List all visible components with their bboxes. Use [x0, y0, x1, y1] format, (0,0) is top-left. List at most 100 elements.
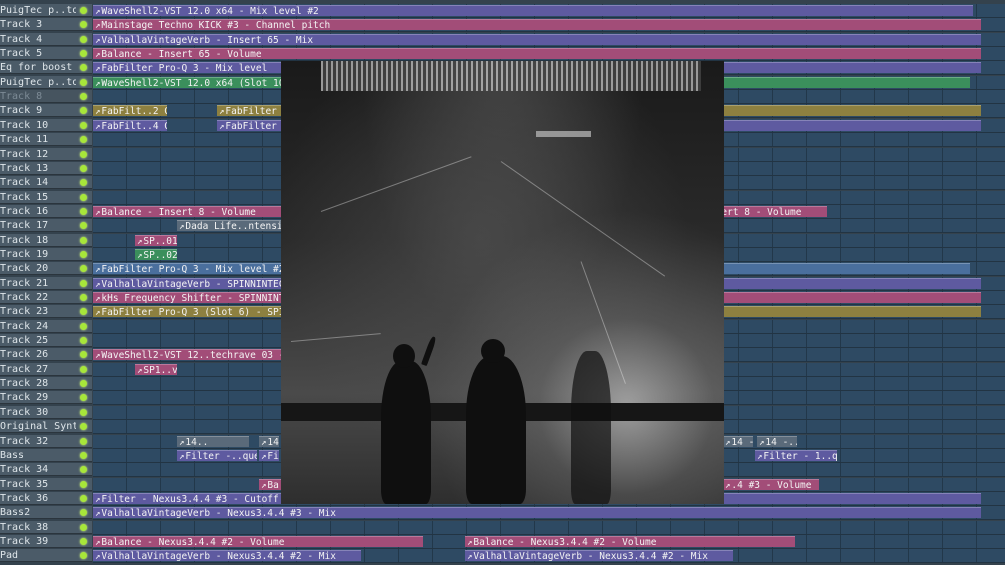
automation-clip[interactable]: ↗14 -..3: [723, 435, 753, 447]
automation-clip[interactable]: ↗Filter -..quency: [177, 449, 257, 461]
automation-clip[interactable]: ↗Balance - Insert 65 - Volume: [93, 48, 981, 60]
track-header[interactable]: Track 11: [0, 133, 92, 147]
mute-led-icon[interactable]: [80, 93, 87, 101]
track-header[interactable]: Track 25: [0, 334, 92, 348]
track-header[interactable]: Track 9: [0, 104, 92, 118]
mute-led-icon[interactable]: [80, 423, 87, 431]
mute-led-icon[interactable]: [80, 35, 87, 43]
track-header[interactable]: Track 8: [0, 90, 92, 104]
track-header[interactable]: Track 35: [0, 477, 92, 491]
mute-led-icon[interactable]: [80, 250, 87, 258]
mute-led-icon[interactable]: [80, 380, 87, 388]
track-header[interactable]: Track 38: [0, 520, 92, 534]
automation-clip[interactable]: ↗Mainstage Techno KICK #3 - Channel pitc…: [93, 19, 981, 31]
track-header[interactable]: Track 21: [0, 276, 92, 290]
track-header[interactable]: Track 18: [0, 233, 92, 247]
track-header[interactable]: Track 28: [0, 377, 92, 391]
mute-led-icon[interactable]: [80, 150, 87, 158]
automation-clip[interactable]: ↗ValhallaVintageVerb - Nexus3.4.4 #3 - M…: [93, 507, 981, 519]
automation-clip[interactable]: ↗ValhallaVintageVerb - Insert 65 - Mix: [93, 33, 981, 45]
track-header[interactable]: Track 34: [0, 463, 92, 477]
automation-clip[interactable]: ↗WaveShell2-VST 12.0_x64 - Mix level #2: [93, 5, 973, 16]
automation-clip[interactable]: ↗Balance - Insert 8 - Volume: [93, 205, 283, 217]
automation-clip[interactable]: ↗Ba: [259, 478, 281, 490]
track-header[interactable]: Track 13: [0, 161, 92, 175]
track-header[interactable]: Eq for boost: [0, 61, 92, 75]
automation-clip[interactable]: ↗FabFilt..4 Gain: [93, 119, 167, 131]
track-header[interactable]: PuigTec p..tomation: [0, 75, 92, 89]
mute-led-icon[interactable]: [80, 107, 87, 115]
track-header[interactable]: PuigTec p..tomation: [0, 4, 92, 17]
mute-led-icon[interactable]: [80, 78, 87, 86]
mute-led-icon[interactable]: [80, 337, 87, 345]
track-header[interactable]: Track 23: [0, 305, 92, 319]
mute-led-icon[interactable]: [80, 322, 87, 330]
mute-led-icon[interactable]: [80, 136, 87, 144]
mute-led-icon[interactable]: [80, 523, 87, 531]
track-lane[interactable]: ↗WaveShell2-VST 12.0_x64 - Mix level #2: [93, 4, 1005, 18]
mute-led-icon[interactable]: [80, 7, 87, 14]
automation-clip[interactable]: ↗WaveShell2-VST 12..techrave_03 - HP Frq: [93, 349, 281, 361]
mute-led-icon[interactable]: [80, 509, 87, 517]
automation-clip[interactable]: ↗.4 #3 - Volume: [723, 478, 819, 490]
track-header[interactable]: Track 20: [0, 262, 92, 276]
track-lane[interactable]: ↗Balance - Nexus3.4.4 #2 - Volume ↗Balanc…: [93, 534, 1005, 549]
automation-clip[interactable]: ↗ValhallaVintageVerb - Nexus3.4.4 #2 - M…: [93, 550, 361, 562]
automation-clip[interactable]: ↗SP..02: [135, 248, 177, 260]
mute-led-icon[interactable]: [80, 222, 87, 230]
mute-led-icon[interactable]: [80, 207, 87, 215]
mute-led-icon[interactable]: [80, 21, 87, 29]
track-header[interactable]: Track 26: [0, 348, 92, 362]
track-lane[interactable]: ↗ValhallaVintageVerb - Nexus3.4.4 #3 - M…: [93, 506, 1005, 521]
mute-led-icon[interactable]: [80, 494, 87, 502]
track-header[interactable]: Track 14: [0, 176, 92, 190]
track-header[interactable]: Track 17: [0, 219, 92, 233]
track-header[interactable]: Track 24: [0, 319, 92, 333]
track-header[interactable]: Track 22: [0, 291, 92, 304]
mute-led-icon[interactable]: [80, 236, 87, 244]
track-header[interactable]: Pad: [0, 549, 92, 563]
track-header[interactable]: Track 30: [0, 405, 92, 419]
track-lane[interactable]: [93, 520, 1005, 535]
mute-led-icon[interactable]: [80, 408, 87, 416]
track-lane[interactable]: ↗Balance - Insert 65 - Volume: [93, 47, 1005, 62]
track-lane[interactable]: ↗ValhallaVintageVerb - Nexus3.4.4 #2 - M…: [93, 549, 1005, 564]
mute-led-icon[interactable]: [80, 164, 87, 172]
mute-led-icon[interactable]: [80, 351, 87, 359]
track-header[interactable]: Track 16: [0, 204, 92, 218]
automation-clip[interactable]: ↗ValhallaVintageVerb - Nexus3.4.4 #2 - M…: [465, 550, 733, 562]
automation-clip[interactable]: ↗Dada Life..ntensit: [177, 220, 287, 232]
mute-led-icon[interactable]: [80, 279, 87, 287]
track-header[interactable]: Track 36: [0, 491, 92, 505]
track-header[interactable]: Track 3: [0, 18, 92, 32]
mute-led-icon[interactable]: [80, 451, 87, 459]
track-header[interactable]: Track 19: [0, 247, 92, 261]
automation-clip[interactable]: ↗Balance - Nexus3.4.4 #2 - Volume: [93, 535, 423, 547]
track-header[interactable]: Track 27: [0, 362, 92, 376]
track-header[interactable]: Bass2: [0, 506, 92, 520]
track-header[interactable]: Track 29: [0, 391, 92, 405]
mute-led-icon[interactable]: [80, 64, 87, 72]
automation-clip[interactable]: ↗14: [259, 435, 279, 447]
mute-led-icon[interactable]: [80, 552, 87, 560]
track-header[interactable]: Track 5: [0, 47, 92, 61]
track-header[interactable]: Bass: [0, 448, 92, 462]
mute-led-icon[interactable]: [80, 50, 87, 58]
track-header[interactable]: Track 10: [0, 118, 92, 132]
automation-clip[interactable]: ↗14 -..3: [757, 435, 797, 447]
track-header[interactable]: Track 15: [0, 190, 92, 204]
mute-led-icon[interactable]: [80, 265, 87, 273]
track-header[interactable]: Track 4: [0, 32, 92, 46]
mute-led-icon[interactable]: [80, 466, 87, 474]
mute-led-icon[interactable]: [80, 437, 87, 445]
track-lane[interactable]: ↗ValhallaVintageVerb - Insert 65 - Mix: [93, 32, 1005, 47]
mute-led-icon[interactable]: [80, 294, 87, 301]
automation-clip[interactable]: ↗SP..01: [135, 234, 177, 246]
automation-clip[interactable]: ↗Balance - Nexus3.4.4 #2 - Volume: [465, 535, 795, 547]
track-lane[interactable]: ↗Mainstage Techno KICK #3 - Channel pitc…: [93, 18, 1005, 33]
track-header[interactable]: Track 32: [0, 434, 92, 448]
mute-led-icon[interactable]: [80, 193, 87, 201]
automation-clip[interactable]: ↗14..: [177, 435, 249, 447]
mute-led-icon[interactable]: [80, 480, 87, 488]
track-header[interactable]: Track 39: [0, 534, 92, 548]
